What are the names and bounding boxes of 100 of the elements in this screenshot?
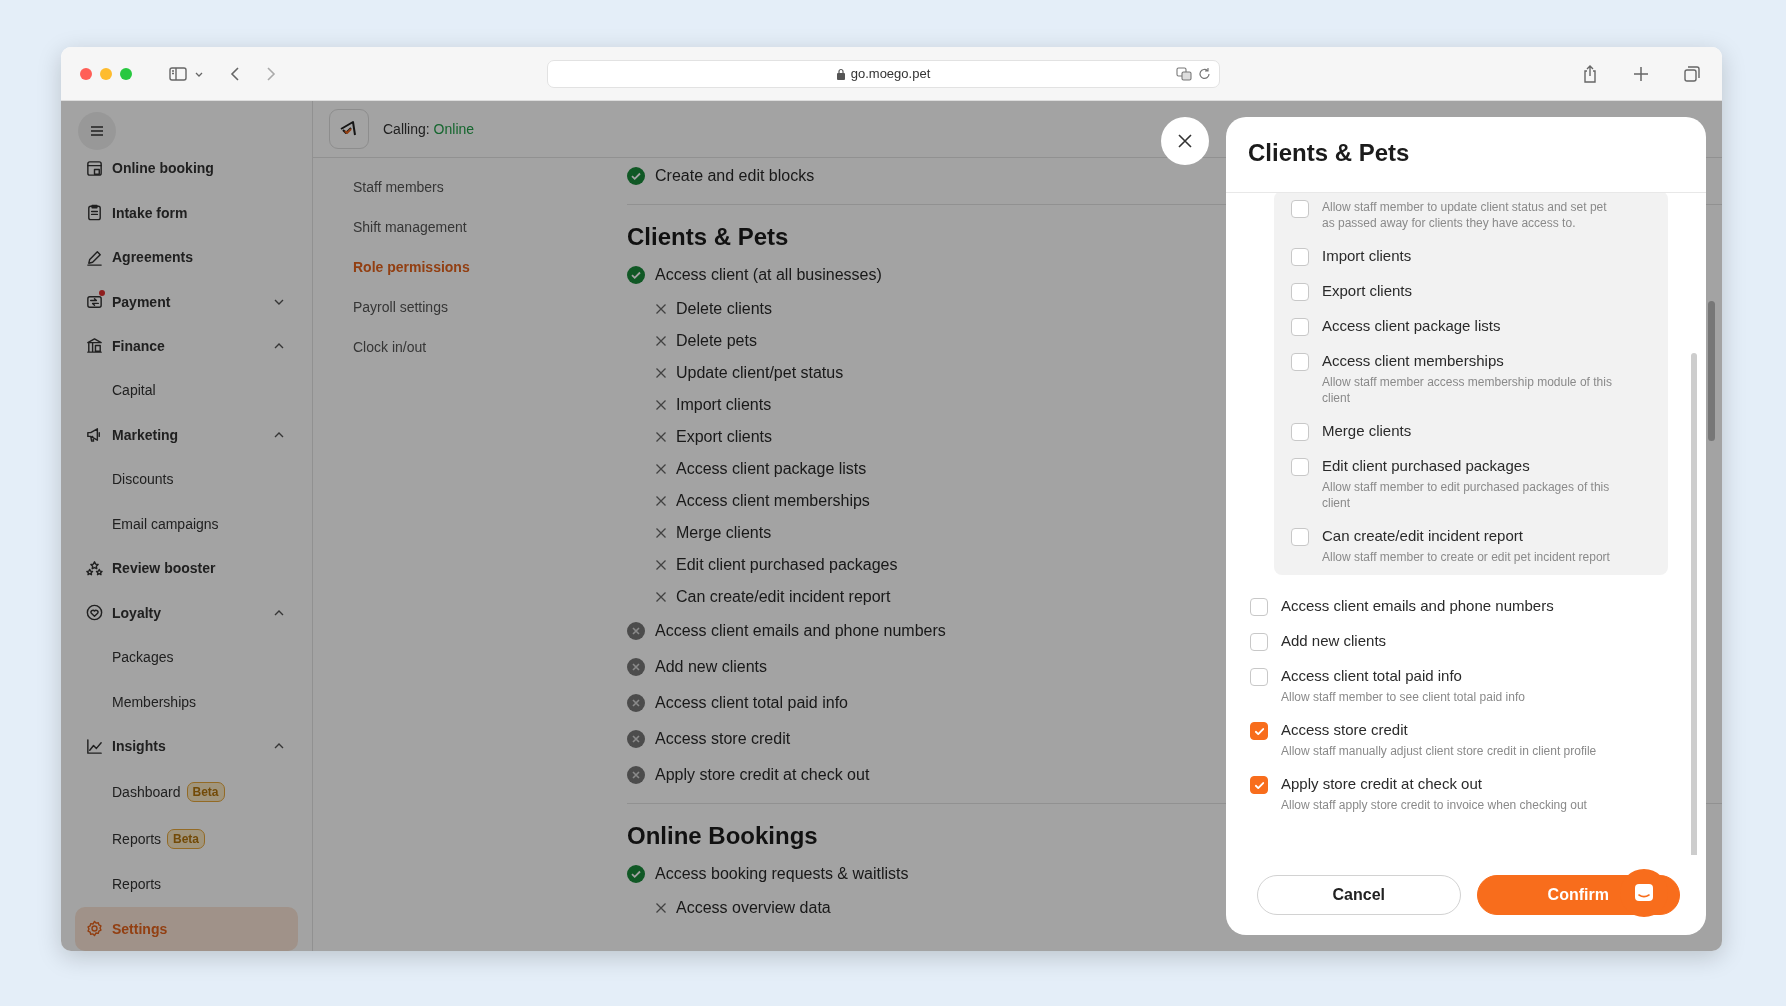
reload-icon[interactable] bbox=[1197, 66, 1211, 81]
permission-label: Add new clients bbox=[655, 658, 768, 676]
option-label: Apply store credit at check out bbox=[1281, 775, 1483, 793]
stars-icon bbox=[85, 558, 104, 578]
checkbox[interactable] bbox=[1291, 283, 1309, 301]
sidebar-item[interactable]: Insights bbox=[75, 723, 298, 769]
sidebar-subitem[interactable]: Reports Beta bbox=[75, 815, 298, 863]
close-window-button[interactable] bbox=[80, 67, 92, 80]
permission-label: Delete pets bbox=[676, 332, 757, 350]
permission-label: Access client memberships bbox=[676, 492, 870, 510]
section-title: Clients & Pets bbox=[627, 223, 789, 251]
option-label: Access client total paid info bbox=[1281, 667, 1463, 685]
checkbox[interactable] bbox=[1250, 598, 1268, 616]
address-bar[interactable]: go.moego.pet bbox=[546, 59, 1220, 88]
option-label: Add new clients bbox=[1281, 632, 1387, 650]
permission-label: Apply store credit at check out bbox=[655, 766, 870, 784]
sidebar-item[interactable]: Finance bbox=[75, 323, 298, 369]
option-label: Merge clients bbox=[1322, 422, 1412, 440]
permission-label: Import clients bbox=[676, 396, 772, 414]
sidebar-item[interactable]: Loyalty bbox=[75, 590, 298, 635]
scrollbar[interactable] bbox=[1691, 353, 1697, 855]
sidebar-subitem[interactable]: Packages bbox=[75, 634, 298, 680]
gear-icon bbox=[85, 919, 104, 939]
sidebar-subitem[interactable]: Capital bbox=[75, 368, 298, 413]
permission-label: Export clients bbox=[676, 428, 773, 446]
checkbox[interactable] bbox=[1250, 776, 1268, 794]
checkbox[interactable] bbox=[1250, 633, 1268, 651]
minimize-window-button[interactable] bbox=[100, 67, 112, 80]
line-chart-icon bbox=[85, 736, 104, 756]
beta-badge: Beta bbox=[167, 828, 206, 849]
checkbox[interactable] bbox=[1291, 318, 1309, 336]
section-title: Online Bookings bbox=[627, 822, 818, 850]
settings-nav-item[interactable]: Staff members bbox=[353, 167, 600, 207]
settings-nav-item[interactable]: Shift management bbox=[353, 207, 600, 247]
option-description: Allow staff member to edit purchased packages of this client bbox=[1322, 479, 1611, 511]
permission-label: Access overview data bbox=[676, 899, 831, 917]
option-label: Edit client purchased packages bbox=[1322, 457, 1531, 475]
tabs-icon[interactable] bbox=[1682, 63, 1702, 84]
translate-icon[interactable] bbox=[1175, 66, 1192, 81]
cancel-button[interactable]: Cancel bbox=[1257, 875, 1461, 915]
permission-label: Delete clients bbox=[676, 300, 773, 318]
option-description: Allow staff member access membership module of this client bbox=[1322, 374, 1613, 406]
menu-button[interactable] bbox=[78, 112, 116, 150]
checkbox[interactable] bbox=[1291, 528, 1309, 546]
option-label: Access client emails and phone numbers bbox=[1281, 597, 1554, 615]
option-description: Allow staff member to update client status and set pet as passed away for clients they have access to. bbox=[1322, 199, 1608, 231]
settings-nav-item[interactable]: Payroll settings bbox=[353, 287, 600, 327]
checkbox[interactable] bbox=[1291, 423, 1309, 441]
calling-status: Calling: Online bbox=[383, 121, 475, 137]
lock-icon bbox=[835, 67, 846, 80]
checkbox[interactable] bbox=[1291, 353, 1309, 371]
beta-badge: Beta bbox=[186, 781, 225, 802]
sidebar-item[interactable]: Online booking bbox=[75, 145, 298, 191]
option-description: Allow staff apply store credit to invoice when checking out bbox=[1281, 797, 1587, 813]
permission-label: Access client emails and phone numbers bbox=[655, 622, 946, 640]
sidebar-item[interactable]: Payment bbox=[75, 279, 298, 324]
option-description: Allow staff member to create or edit pet incident report bbox=[1322, 549, 1610, 565]
checkbox[interactable] bbox=[1250, 668, 1268, 686]
option-label: Access store credit bbox=[1281, 721, 1409, 739]
calendar-icon bbox=[85, 158, 104, 178]
permission-label: Access client (at all businesses) bbox=[655, 266, 882, 284]
sidebar-subitem[interactable]: Email campaigns bbox=[75, 501, 298, 547]
checkbox[interactable] bbox=[1291, 200, 1309, 218]
logo-icon bbox=[329, 109, 369, 149]
sidebar-subitem[interactable]: Reports bbox=[75, 862, 298, 907]
close-button[interactable] bbox=[1161, 117, 1209, 165]
check-icon bbox=[1253, 779, 1265, 791]
settings-nav-item[interactable]: Clock in/out bbox=[353, 327, 600, 367]
sidebar-item[interactable]: Agreements bbox=[75, 234, 298, 280]
sidebar-item[interactable]: Review booster bbox=[75, 546, 298, 591]
sidebar-item[interactable]: Marketing bbox=[75, 412, 298, 458]
bank-icon bbox=[85, 336, 104, 356]
option-label: Can create/edit incident report bbox=[1322, 527, 1524, 545]
permission-label: Access client total paid info bbox=[655, 694, 848, 712]
checkbox[interactable] bbox=[1250, 722, 1268, 740]
permission-label: Access store credit bbox=[655, 730, 791, 748]
sidebar-subitem[interactable]: Discounts bbox=[75, 457, 298, 502]
heart-badge-icon bbox=[85, 603, 104, 623]
zoom-window-button[interactable] bbox=[120, 67, 132, 80]
option-label: Import clients bbox=[1322, 247, 1412, 265]
checkbox[interactable] bbox=[1291, 248, 1309, 266]
option-description: Allow staff member to see client total paid info bbox=[1281, 689, 1525, 705]
check-icon bbox=[1253, 725, 1265, 737]
option-description: Allow staff manually adjust client store credit in client profile bbox=[1281, 743, 1597, 759]
option-label: Export clients bbox=[1322, 282, 1413, 300]
permission-label: Merge clients bbox=[676, 524, 772, 542]
scrollbar[interactable] bbox=[1708, 301, 1715, 441]
sidebar-subitem[interactable]: Memberships bbox=[75, 679, 298, 724]
option-label: Access client memberships bbox=[1322, 352, 1505, 370]
clipboard-icon bbox=[85, 203, 104, 223]
permission-label: Access client package lists bbox=[676, 460, 867, 478]
sidebar-item[interactable]: Intake form bbox=[75, 190, 298, 235]
checkbox[interactable] bbox=[1291, 458, 1309, 476]
permission-label: Access booking requests & waitlists bbox=[655, 865, 909, 883]
option-label: Access client package lists bbox=[1322, 317, 1501, 335]
permission-label: Edit client purchased packages bbox=[676, 556, 898, 574]
sidebar-subitem[interactable]: Dashboard Beta bbox=[75, 768, 298, 816]
close-icon bbox=[1176, 132, 1194, 150]
permission-label: Can create/edit incident report bbox=[676, 588, 891, 606]
permission-label: Create and edit blocks bbox=[655, 167, 815, 185]
